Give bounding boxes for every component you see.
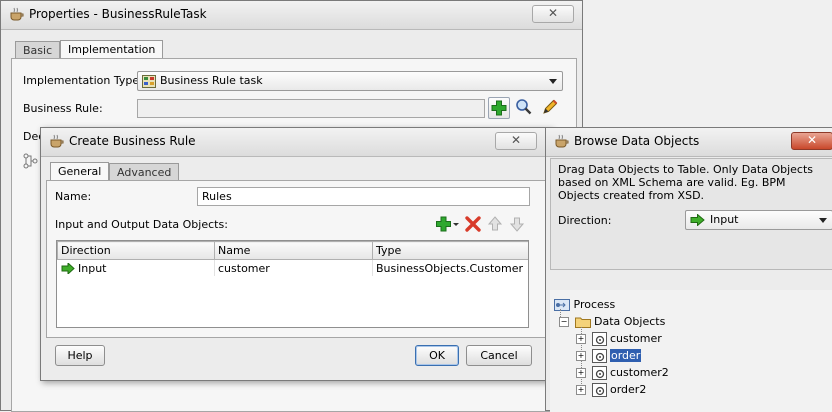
folder-icon — [574, 317, 591, 328]
tree-label-customer: customer — [610, 332, 662, 345]
ok-button-label: OK — [429, 349, 445, 362]
app-cup-icon — [50, 134, 64, 148]
impl-type-value: Business Rule task — [160, 74, 263, 87]
column-header-direction[interactable]: Direction — [57, 241, 215, 260]
rule-name-field[interactable]: Rules — [197, 187, 530, 206]
input-arrow-icon — [61, 261, 75, 276]
tab-general-label: General — [58, 165, 102, 178]
move-up-button[interactable] — [485, 214, 507, 236]
properties-close-button[interactable]: ✕ — [532, 5, 574, 23]
ok-button[interactable]: OK — [415, 345, 459, 366]
row-type: BusinessObjects.Customer — [372, 259, 528, 276]
help-button-label: Help — [67, 349, 93, 362]
tree-label-order2: order2 — [610, 383, 647, 396]
add-icon — [491, 100, 507, 116]
tab-basic-label: Basic — [23, 44, 53, 57]
data-object-icon — [591, 383, 607, 397]
impl-type-select[interactable]: Business Rule task — [137, 71, 563, 91]
tab-advanced[interactable]: Advanced — [109, 163, 180, 181]
tab-basic[interactable]: Basic — [15, 41, 61, 59]
expand-icon[interactable]: + — [576, 334, 586, 344]
tab-implementation[interactable]: Implementation — [60, 40, 164, 59]
cancel-button[interactable]: Cancel — [466, 345, 532, 366]
add-business-rule-button[interactable] — [488, 97, 510, 119]
arrow-down-icon — [509, 217, 525, 232]
browse-description: Drag Data Objects to Table. Only Data Ob… — [558, 163, 814, 202]
chevron-down-icon — [549, 79, 557, 84]
data-object-icon — [591, 366, 607, 380]
business-rule-label: Business Rule: — [23, 102, 103, 115]
column-header-name[interactable]: Name — [214, 241, 373, 260]
tree-item-customer2[interactable]: + customer2 — [576, 364, 669, 381]
direction-select[interactable]: Input — [685, 210, 832, 230]
tab-general[interactable]: General — [50, 162, 110, 181]
add-dropdown-icon — [436, 216, 459, 232]
input-arrow-icon — [690, 214, 705, 226]
impl-type-label: Implementation Type: — [23, 74, 143, 87]
tab-advanced-label: Advanced — [117, 166, 172, 179]
expand-icon[interactable]: + — [576, 368, 586, 378]
tab-implementation-label: Implementation — [68, 43, 156, 56]
business-rule-field[interactable] — [137, 99, 485, 118]
row-name: customer — [214, 259, 373, 276]
tree-label-customer2: customer2 — [610, 366, 669, 379]
properties-titlebar[interactable]: Properties - BusinessRuleTask ✕ — [1, 1, 582, 30]
properties-title: Properties - BusinessRuleTask — [29, 7, 207, 21]
app-cup-icon — [10, 7, 24, 21]
browse-data-objects-dialog: Browse Data Objects ✕ Drag Data Objects … — [545, 127, 832, 412]
close-icon: ✕ — [510, 133, 522, 147]
close-icon: ✕ — [547, 6, 559, 20]
help-button[interactable]: Help — [55, 345, 105, 366]
create-rule-titlebar[interactable]: Create Business Rule ✕ — [41, 128, 551, 157]
io-label: Input and Output Data Objects: — [55, 218, 228, 231]
create-rule-close-button[interactable]: ✕ — [495, 132, 537, 150]
expand-icon[interactable]: + — [576, 351, 586, 361]
row-direction: Input — [78, 261, 107, 275]
data-objects-table: Direction Name Type Input customer Busin… — [57, 241, 528, 276]
expand-icon[interactable]: + — [576, 385, 586, 395]
app-cup-icon — [555, 134, 569, 148]
cancel-button-label: Cancel — [480, 349, 518, 362]
data-object-icon — [591, 332, 607, 346]
tree-item-order[interactable]: + order — [576, 347, 642, 364]
delete-data-object-button[interactable] — [463, 214, 485, 236]
create-rule-title: Create Business Rule — [69, 134, 196, 148]
delete-icon — [465, 216, 481, 232]
add-data-object-button[interactable] — [435, 214, 461, 236]
chevron-down-icon — [819, 218, 827, 223]
tree-item-customer[interactable]: + customer — [576, 330, 662, 347]
direction-value: Input — [710, 213, 739, 226]
arrow-up-icon — [487, 216, 503, 231]
search-business-rule-button[interactable] — [514, 97, 536, 119]
tree-label-process: Process — [573, 298, 616, 311]
close-icon: ✕ — [806, 133, 818, 147]
collapse-icon[interactable]: − — [559, 317, 569, 327]
tree-structure-icon — [23, 153, 38, 169]
tree-item-order2[interactable]: + order2 — [576, 381, 646, 398]
name-label: Name: — [55, 190, 92, 203]
browse-titlebar[interactable]: Browse Data Objects ✕ — [546, 128, 832, 157]
table-row[interactable]: Input customer BusinessObjects.Customer — [57, 259, 528, 276]
row-direction-cell: Input — [57, 259, 215, 276]
browse-title: Browse Data Objects — [574, 134, 700, 148]
column-header-type[interactable]: Type — [372, 241, 528, 260]
tree-label-order: order — [610, 349, 642, 362]
create-business-rule-dialog: Create Business Rule ✕ General Advanced … — [40, 127, 552, 381]
data-objects-table-frame: Direction Name Type Input customer Busin… — [56, 240, 529, 328]
tree-node-process[interactable]: Process — [554, 296, 615, 313]
pencil-icon — [543, 99, 558, 114]
search-icon — [516, 99, 532, 115]
direction-label: Direction: — [558, 214, 612, 227]
process-icon — [554, 299, 570, 311]
business-rule-icon — [142, 75, 156, 88]
table-header-row: Direction Name Type — [57, 241, 528, 260]
move-down-button[interactable] — [507, 214, 529, 236]
edit-business-rule-button[interactable] — [540, 97, 562, 119]
tree-node-data-objects[interactable]: − Data Objects — [559, 313, 665, 330]
tree-label-data-objects: Data Objects — [594, 315, 666, 328]
data-object-icon — [591, 349, 607, 363]
browse-close-button[interactable]: ✕ — [791, 132, 832, 150]
